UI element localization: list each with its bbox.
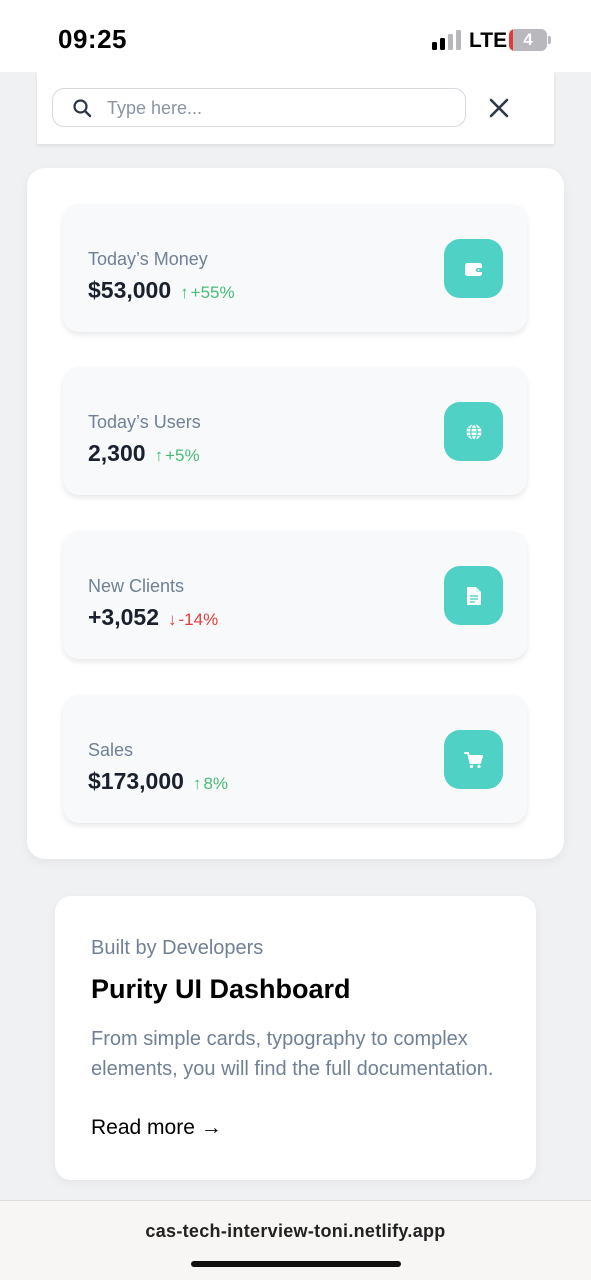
info-eyebrow: Built by Developers: [91, 937, 264, 959]
stat-value-row: +3,052 ↓ -14%: [88, 604, 218, 631]
stat-title: Today’s Money: [88, 249, 208, 269]
globe-icon: [444, 402, 503, 461]
status-time: 09:25: [58, 24, 127, 54]
stat-change-value: +55%: [190, 283, 235, 302]
browser-bottom-bar: cas-tech-interview-toni.netlify.app: [0, 1200, 591, 1280]
stat-title: Today’s Users: [88, 412, 201, 432]
arrow-up-icon: ↑: [192, 774, 202, 793]
stat-title: Sales: [88, 740, 134, 760]
document-icon: [444, 566, 503, 625]
wallet-icon: [444, 239, 503, 298]
stat-value: 2,300: [88, 440, 146, 466]
search-box[interactable]: [52, 88, 466, 127]
stat-card-money: Today’s Money $53,000 ↑ +55%: [63, 204, 527, 332]
stat-value: +3,052: [88, 604, 159, 630]
stat-change-value: -14%: [178, 610, 219, 629]
cart-icon: [444, 730, 503, 789]
network-type: LTE: [469, 29, 508, 52]
info-title: Purity UI Dashboard: [91, 974, 351, 1004]
stat-value-row: $173,000 ↑ 8%: [88, 768, 228, 795]
close-icon: [489, 98, 509, 118]
stat-value: $53,000: [88, 277, 172, 303]
battery-level: 4: [523, 30, 533, 49]
info-card: Built by Developers Purity UI Dashboard …: [55, 896, 536, 1180]
search-input[interactable]: [107, 95, 447, 121]
stat-title: New Clients: [88, 576, 185, 596]
url-bar[interactable]: cas-tech-interview-toni.netlify.app: [0, 1221, 591, 1242]
stat-change-value: 8%: [203, 774, 229, 793]
stat-change: ↓ -14%: [168, 610, 218, 630]
read-more-link[interactable]: Read more →: [91, 1116, 222, 1140]
search-icon: [73, 99, 92, 118]
close-button[interactable]: [483, 92, 515, 124]
stat-change: ↑ +55%: [180, 283, 234, 303]
stat-change-value: +5%: [165, 446, 200, 465]
arrow-down-icon: ↓: [168, 610, 177, 629]
arrow-up-icon: ↑: [154, 446, 164, 465]
stat-card-users: Today’s Users 2,300 ↑ +5%: [63, 367, 527, 495]
stats-container: Today’s Money $53,000 ↑ +55% Today’s Use…: [27, 168, 564, 859]
search-panel: [37, 72, 554, 144]
info-description: From simple cards, typography to complex…: [91, 1028, 494, 1080]
signal-strength-icon: [432, 30, 462, 50]
stat-value: $173,000: [88, 768, 184, 794]
status-bar: 09:25 LTE 4: [0, 0, 591, 72]
stat-change: ↑ 8%: [193, 774, 228, 794]
stat-card-sales: Sales $173,000 ↑ 8%: [63, 695, 527, 823]
page: 09:25 LTE 4 Type here... Today’s Money $…: [0, 0, 591, 1280]
battery-icon: 4: [509, 29, 547, 51]
arrow-up-icon: ↑: [180, 283, 189, 302]
stat-card-clients: New Clients +3,052 ↓ -14%: [63, 531, 527, 659]
stat-value-row: $53,000 ↑ +55%: [88, 277, 235, 304]
home-indicator[interactable]: [191, 1261, 401, 1267]
stat-change: ↑ +5%: [155, 446, 200, 466]
battery-tip: [548, 36, 551, 44]
stat-value-row: 2,300 ↑ +5%: [88, 440, 200, 467]
